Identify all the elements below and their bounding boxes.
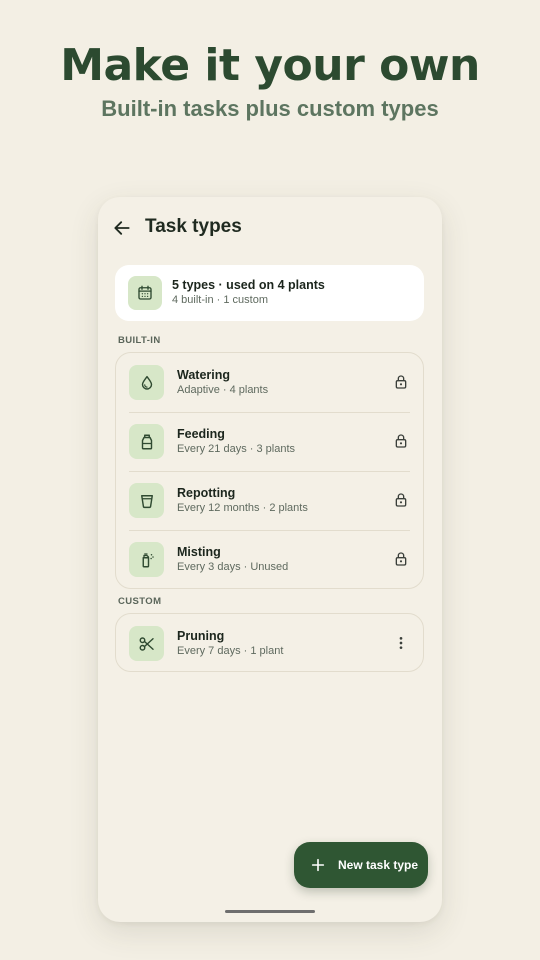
task-row-misting[interactable]: Misting Every 3 days · Unused [116, 530, 423, 589]
promo-headline: Make it your own [60, 40, 480, 91]
builtin-task-list: Watering Adaptive · 4 plants Feeding Eve… [115, 352, 424, 589]
task-row-feeding[interactable]: Feeding Every 21 days · 3 plants [116, 412, 423, 471]
more-vert-icon[interactable] [393, 635, 409, 651]
lock-icon [395, 375, 407, 389]
task-name: Pruning [177, 629, 225, 643]
calendar-icon [128, 276, 162, 310]
task-detail: Every 7 days · 1 plant [177, 645, 284, 657]
home-indicator [225, 910, 315, 913]
new-task-type-button[interactable]: New task type [294, 842, 428, 888]
task-row-watering[interactable]: Watering Adaptive · 4 plants [116, 353, 423, 412]
lock-icon [395, 493, 407, 507]
task-name: Misting [177, 545, 221, 559]
section-label-custom: CUSTOM [118, 596, 162, 607]
task-name: Watering [177, 368, 231, 382]
phone-screen: Task types 5 types · used on 4 plants 4 … [98, 197, 442, 922]
section-label-builtin: BUILT-IN [118, 335, 161, 346]
custom-task-list: Pruning Every 7 days · 1 plant [115, 613, 424, 672]
fertilizer-bottle-icon [129, 424, 164, 459]
task-detail: Every 21 days · 3 plants [177, 443, 296, 455]
water-drop-icon [129, 365, 164, 400]
task-name: Repotting [177, 486, 236, 500]
task-detail: Every 3 days · Unused [177, 561, 289, 573]
task-detail: Every 12 months · 2 plants [177, 502, 308, 514]
summary-card: 5 types · used on 4 plants 4 built-in · … [115, 265, 424, 321]
task-row-pruning[interactable]: Pruning Every 7 days · 1 plant [116, 614, 423, 673]
lock-icon [395, 434, 407, 448]
fab-label: New task type [338, 858, 419, 872]
task-name: Feeding [177, 427, 225, 441]
promo-subheadline: Built-in tasks plus custom types [101, 96, 439, 121]
summary-title: 5 types · used on 4 plants [172, 278, 325, 292]
page-title: Task types [145, 216, 242, 237]
back-arrow-icon[interactable] [112, 218, 132, 238]
spray-bottle-icon [129, 542, 164, 577]
task-row-repotting[interactable]: Repotting Every 12 months · 2 plants [116, 471, 423, 530]
scissors-icon [129, 626, 164, 661]
app-bar: Task types [98, 211, 442, 245]
summary-subtitle: 4 built-in · 1 custom [172, 294, 268, 306]
lock-icon [395, 552, 407, 566]
task-detail: Adaptive · 4 plants [177, 384, 269, 396]
plus-icon [311, 858, 325, 872]
pot-icon [129, 483, 164, 518]
